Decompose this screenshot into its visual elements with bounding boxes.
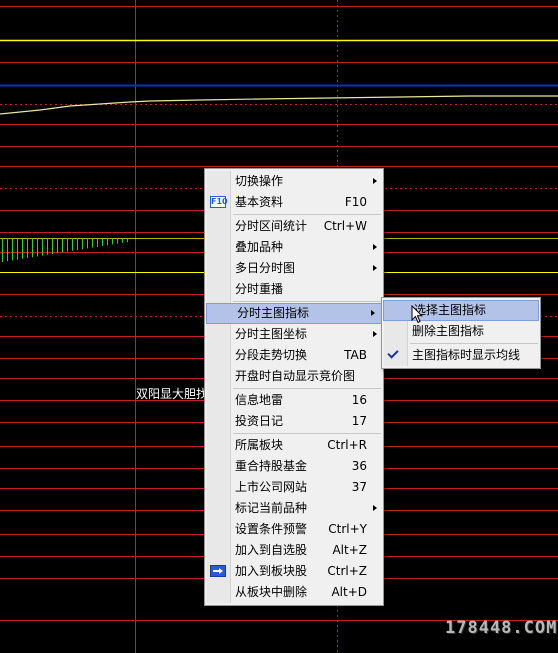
menu-item-label: 切换操作 — [235, 174, 284, 188]
menu-item[interactable]: 设置条件预警 Ctrl+Y — [205, 519, 383, 540]
submenu-item[interactable]: 主图指标时显示均线 — [382, 345, 540, 366]
menu-item[interactable]: 重合持股基金 36 — [205, 456, 383, 477]
menu-item-label: 重合持股基金 — [235, 459, 308, 473]
submenu-item[interactable]: 删除主图指标 — [382, 321, 540, 342]
menu-item[interactable]: 所属板块 Ctrl+R — [205, 435, 383, 456]
menu-item-label: 分段走势切换 — [235, 348, 308, 362]
menu-separator — [233, 214, 381, 215]
menu-item-label: 上市公司网站 — [235, 480, 308, 494]
menu-item[interactable]: 分时主图指标 — [206, 303, 382, 324]
menu-item[interactable]: 信息地雷 16 — [205, 390, 383, 411]
submenu-item[interactable]: 选择主图指标 — [383, 300, 539, 321]
submenu-arrow-icon — [373, 244, 377, 250]
menu-item-label: 从板块中删除 — [235, 585, 308, 599]
menu-shortcut: Ctrl+W — [323, 219, 367, 233]
f10-icon: F10 — [210, 196, 228, 208]
menu-item-label: 分时主图指标 — [237, 306, 310, 320]
submenu-item-label: 主图指标时显示均线 — [412, 348, 521, 362]
menu-separator — [233, 433, 381, 434]
menu-shortcut: Alt+Z — [332, 543, 367, 557]
menu-shortcut: Ctrl+Y — [328, 522, 367, 536]
menu-item-label: 投资日记 — [235, 414, 284, 428]
submenu-item-label: 删除主图指标 — [412, 324, 485, 338]
menu-item-label: 标记当前品种 — [235, 501, 308, 515]
menu-shortcut: 16 — [351, 393, 367, 407]
menu-shortcut: Alt+D — [331, 585, 367, 599]
menu-item-label: 加入到板块股 — [235, 564, 308, 578]
menu-shortcut: 36 — [351, 459, 367, 473]
menu-separator — [410, 343, 538, 344]
submenu-arrow-icon — [373, 331, 377, 337]
context-menu: 切换操作 F10 基本资料 F10 分时区间统计 Ctrl+W 叠加品种 多日分时图 分时重播分… — [204, 168, 384, 606]
menu-item-label: 分时重播 — [235, 282, 284, 296]
menu-item-label: 叠加品种 — [235, 240, 284, 254]
menu-item[interactable]: 加入到自选股 Alt+Z — [205, 540, 383, 561]
menu-shortcut: Ctrl+Z — [327, 564, 367, 578]
menu-shortcut: Ctrl+R — [327, 438, 367, 452]
menu-item[interactable]: 切换操作 — [205, 171, 383, 192]
menu-item[interactable]: 分时重播 — [205, 279, 383, 300]
menu-item[interactable]: 分时主图坐标 — [205, 324, 383, 345]
menu-item-label: 所属板块 — [235, 438, 284, 452]
menu-item[interactable]: 开盘时自动显示竞价图 — [205, 366, 383, 387]
checkmark-icon — [387, 347, 399, 359]
menu-shortcut: 17 — [351, 414, 367, 428]
menu-item[interactable]: 投资日记 17 — [205, 411, 383, 432]
submenu-arrow-icon — [371, 310, 375, 316]
menu-item-label: 开盘时自动显示竞价图 — [235, 369, 356, 383]
menu-item[interactable]: 标记当前品种 — [205, 498, 383, 519]
menu-shortcut: F10 — [344, 195, 367, 209]
menu-item-label: 分时区间统计 — [235, 219, 308, 233]
submenu-arrow-icon — [373, 178, 377, 184]
menu-item[interactable]: 从板块中删除 Alt+D — [205, 582, 383, 603]
menu-separator — [233, 388, 381, 389]
menu-shortcut: 37 — [351, 480, 367, 494]
watermark-logo: 178448.COM — [445, 618, 558, 638]
menu-item[interactable]: 多日分时图 — [205, 258, 383, 279]
menu-item-label: 加入到自选股 — [235, 543, 308, 557]
add-to-block-icon — [210, 565, 226, 577]
menu-item[interactable]: 分时区间统计 Ctrl+W — [205, 216, 383, 237]
menu-shortcut: TAB — [344, 348, 367, 362]
menu-item-label: 信息地雷 — [235, 393, 284, 407]
menu-item[interactable]: 加入到板块股 Ctrl+Z — [205, 561, 383, 582]
menu-item-label: 分时主图坐标 — [235, 327, 308, 341]
submenu-arrow-icon — [373, 505, 377, 511]
submenu-main-indicator: 选择主图指标 删除主图指标主图指标时显示均线 — [381, 297, 541, 369]
menu-item[interactable]: 叠加品种 — [205, 237, 383, 258]
menu-item-label: 基本资料 — [235, 195, 284, 209]
mouse-cursor-icon — [411, 305, 423, 324]
menu-item[interactable]: 分段走势切换 TAB — [205, 345, 383, 366]
menu-item[interactable]: F10 基本资料 F10 — [205, 192, 383, 213]
menu-item[interactable]: 上市公司网站 37 — [205, 477, 383, 498]
submenu-arrow-icon — [373, 265, 377, 271]
chart-overlay-text: 双阳显大胆找 — [136, 387, 209, 401]
submenu-item-label: 选择主图指标 — [414, 303, 487, 317]
menu-item-label: 设置条件预警 — [235, 522, 308, 536]
menu-separator — [233, 301, 381, 302]
menu-item-label: 多日分时图 — [235, 261, 296, 275]
